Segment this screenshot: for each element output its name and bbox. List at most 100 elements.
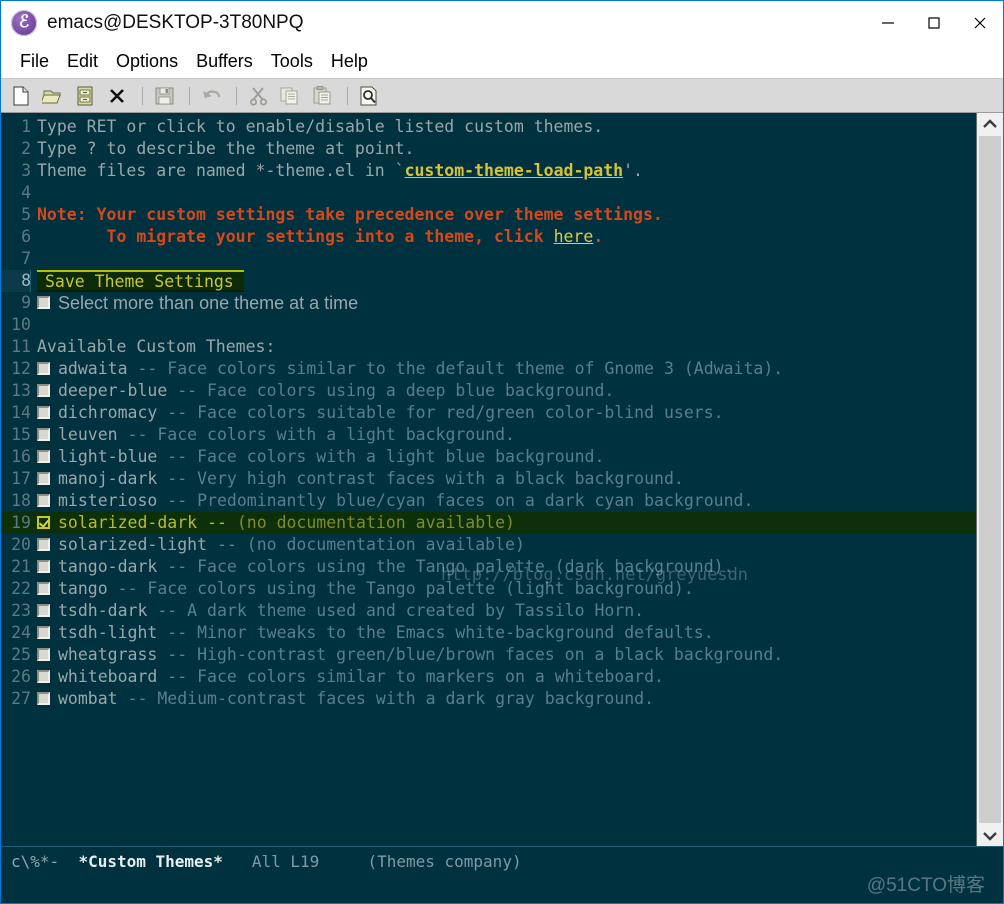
theme-checkbox[interactable] [37, 471, 50, 485]
theme-row[interactable]: 26 whiteboard -- Face colors similar to … [1, 666, 976, 688]
theme-name[interactable]: whiteboard [58, 666, 157, 688]
theme-checkbox[interactable] [37, 383, 50, 397]
theme-checkbox[interactable] [37, 427, 50, 441]
theme-checkbox[interactable] [37, 625, 50, 639]
theme-checkbox-checked[interactable] [37, 515, 50, 529]
close-buffer-icon[interactable] [103, 83, 131, 109]
theme-checkbox[interactable] [37, 493, 50, 507]
theme-doc: Face colors suitable for red/green color… [197, 403, 724, 422]
scrollbar-thumb[interactable] [979, 136, 1001, 823]
open-folder-icon[interactable] [39, 83, 67, 109]
menu-item-options[interactable]: Options [107, 49, 187, 74]
echo-area[interactable] [1, 875, 1003, 903]
theme-checkbox[interactable] [37, 361, 50, 375]
undo-icon[interactable] [197, 83, 225, 109]
line-number: 10 [11, 315, 31, 334]
theme-name[interactable]: tango [58, 578, 108, 600]
theme-name[interactable]: wombat [58, 688, 118, 710]
theme-doc: A dark theme used and created by Tassilo… [187, 601, 645, 620]
line-number: 2 [21, 139, 31, 158]
theme-checkbox[interactable] [37, 405, 50, 419]
theme-checkbox[interactable] [37, 669, 50, 683]
menu-item-help[interactable]: Help [322, 49, 377, 74]
theme-name[interactable]: misterioso [58, 490, 157, 512]
theme-checkbox[interactable] [37, 647, 50, 661]
new-file-icon[interactable] [7, 83, 35, 109]
theme-name[interactable]: tsdh-light [58, 622, 157, 644]
line-number: 18 [11, 491, 31, 510]
copy-icon[interactable] [276, 83, 304, 109]
menu-item-buffers[interactable]: Buffers [187, 49, 262, 74]
toolbar-separator-3 [236, 86, 237, 105]
dired-icon[interactable] [71, 83, 99, 109]
theme-doc: Face colors with a light background. [157, 425, 515, 444]
theme-row[interactable]: 15 leuven -- Face colors with a light ba… [1, 424, 976, 446]
emacs-icon: ℰ [11, 10, 37, 36]
theme-name[interactable]: tsdh-dark [58, 600, 147, 622]
theme-doc: (no documentation available) [236, 513, 515, 532]
theme-row-selected[interactable]: 19 solarized-dark -- (no documentation a… [1, 512, 976, 534]
theme-name[interactable]: manoj-dark [58, 468, 157, 490]
theme-checkbox[interactable] [37, 691, 50, 705]
scrollbar-track[interactable] [977, 135, 1003, 824]
scroll-up-arrow-icon[interactable] [977, 113, 1003, 135]
theme-checkbox[interactable] [37, 537, 50, 551]
theme-name[interactable]: tango-dark [58, 556, 157, 578]
custom-theme-load-path-link[interactable]: custom-theme-load-path [405, 160, 624, 182]
theme-row[interactable]: 17 manoj-dark -- Very high contrast face… [1, 468, 976, 490]
line-number: 12 [11, 359, 31, 378]
theme-row[interactable]: 24 tsdh-light -- Minor tweaks to the Ema… [1, 622, 976, 644]
theme-name[interactable]: solarized-light [58, 534, 207, 556]
menu-item-file[interactable]: File [11, 49, 58, 74]
line-number: 26 [11, 667, 31, 686]
multi-select-label[interactable]: Select more than one theme at a time [58, 292, 358, 314]
emacs-frame: 1 Type RET or click to enable/disable li… [1, 113, 1003, 903]
maximize-button[interactable] [911, 1, 957, 45]
theme-checkbox[interactable] [37, 603, 50, 617]
multi-select-checkbox[interactable] [37, 295, 50, 309]
buffer-line: 9 Select more than one theme at a time [1, 292, 976, 314]
theme-separator: -- [177, 381, 198, 400]
theme-separator: -- [167, 447, 188, 466]
search-icon[interactable] [355, 83, 383, 109]
theme-name[interactable]: light-blue [58, 446, 157, 468]
theme-row[interactable]: 18 misterioso -- Predominantly blue/cyan… [1, 490, 976, 512]
theme-name[interactable]: wheatgrass [58, 644, 157, 666]
migrate-here-link[interactable]: here [554, 226, 594, 248]
theme-row[interactable]: 13 deeper-blue -- Face colors using a de… [1, 380, 976, 402]
theme-checkbox[interactable] [37, 449, 50, 463]
scroll-down-arrow-icon[interactable] [977, 824, 1003, 846]
theme-checkbox[interactable] [37, 559, 50, 573]
theme-row[interactable]: 14 dichromacy -- Face colors suitable fo… [1, 402, 976, 424]
custom-themes-buffer[interactable]: 1 Type RET or click to enable/disable li… [1, 113, 976, 846]
theme-row[interactable]: 25 wheatgrass -- High-contrast green/blu… [1, 644, 976, 666]
theme-name[interactable]: dichromacy [58, 402, 157, 424]
theme-doc: Predominantly blue/cyan faces on a dark … [197, 491, 754, 510]
line-number: 14 [11, 403, 31, 422]
theme-row[interactable]: 21 tango-dark -- Face colors using the T… [1, 556, 976, 578]
theme-name[interactable]: adwaita [58, 358, 128, 380]
theme-name[interactable]: deeper-blue [58, 380, 167, 402]
mode-line[interactable]: c\%*- *Custom Themes* All L19 (Themes co… [1, 846, 1003, 875]
theme-row[interactable]: 16 light-blue -- Face colors with a ligh… [1, 446, 976, 468]
theme-name[interactable]: leuven [58, 424, 118, 446]
theme-doc: High-contrast green/blue/brown faces on … [197, 645, 784, 664]
close-button[interactable] [957, 1, 1003, 45]
cut-scissors-icon[interactable] [244, 83, 272, 109]
menu-item-tools[interactable]: Tools [262, 49, 322, 74]
theme-row[interactable]: 23 tsdh-dark -- A dark theme used and cr… [1, 600, 976, 622]
save-theme-settings-button[interactable]: Save Theme Settings [37, 270, 244, 292]
theme-row[interactable]: 12 adwaita -- Face colors similar to the… [1, 358, 976, 380]
theme-doc: Minor tweaks to the Emacs white-backgrou… [197, 623, 714, 642]
theme-row[interactable]: 20 solarized-light -- (no documentation … [1, 534, 976, 556]
save-disk-icon[interactable] [150, 83, 178, 109]
theme-row[interactable]: 27 wombat -- Medium-contrast faces with … [1, 688, 976, 710]
paste-icon[interactable] [308, 83, 336, 109]
theme-row[interactable]: 22 tango -- Face colors using the Tango … [1, 578, 976, 600]
theme-name[interactable]: solarized-dark [58, 512, 197, 534]
theme-checkbox[interactable] [37, 581, 50, 595]
minimize-button[interactable] [865, 1, 911, 45]
menu-item-edit[interactable]: Edit [58, 49, 107, 74]
vertical-scrollbar[interactable] [976, 113, 1003, 846]
buffer-line: 6 To migrate your settings into a theme,… [1, 226, 976, 248]
